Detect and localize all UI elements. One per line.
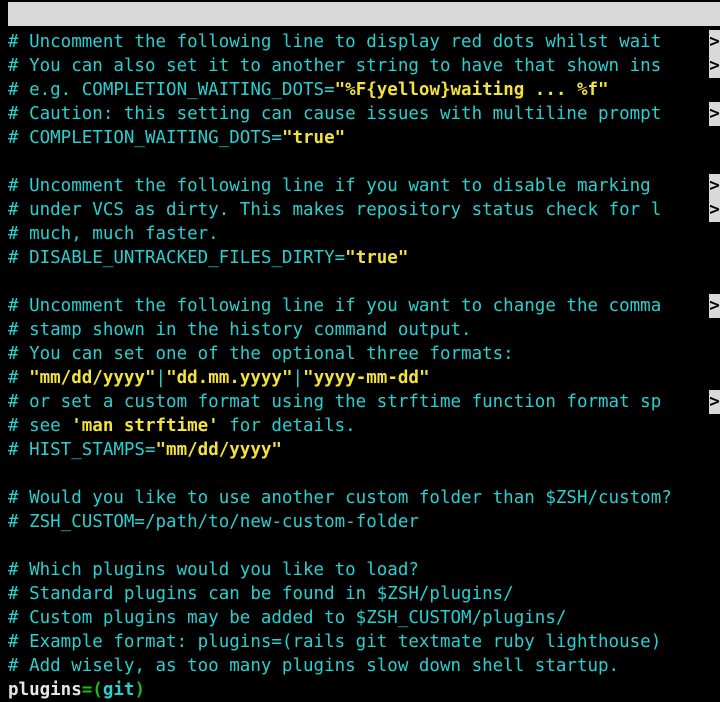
- editor-line[interactable]: # "mm/dd/yyyy"|"dd.mm.yyyy"|"yyyy-mm-dd": [0, 366, 720, 390]
- line-span-comment: # Uncomment the following line to displa…: [8, 32, 662, 52]
- editor-line[interactable]: # ZSH_CUSTOM=/path/to/new-custom-folder: [0, 510, 720, 534]
- line-span-comment: |: [155, 368, 167, 388]
- line-continuation-icon: >: [709, 294, 720, 318]
- line-span-comment: # much, much faster.: [8, 224, 219, 244]
- line-span-cyan: git: [102, 680, 135, 700]
- line-span-comment: for details.: [218, 416, 356, 436]
- editor-line[interactable]: # under VCS as dirty. This makes reposit…: [0, 198, 720, 222]
- line-span-comment: # or set a custom format using the strft…: [8, 392, 662, 412]
- line-span-string: "dd.mm.yyyy": [166, 368, 293, 388]
- line-span-string: "yyyy-mm-dd": [303, 368, 430, 388]
- line-continuation-icon: >: [709, 30, 720, 54]
- line-continuation-icon: >: [709, 54, 720, 78]
- editor-line[interactable]: # Which plugins would you like to load?: [0, 558, 720, 582]
- editor-line[interactable]: # or set a custom format using the strft…: [0, 390, 720, 414]
- editor-line[interactable]: # Uncomment the following line if you wa…: [0, 294, 720, 318]
- editor-buffer[interactable]: # Uncomment the following line to displa…: [0, 30, 720, 702]
- editor-line[interactable]: # HIST_STAMPS="mm/dd/yyyy": [0, 438, 720, 462]
- editor-line[interactable]: # Standard plugins can be found in $ZSH/…: [0, 582, 720, 606]
- line-span-green: =(: [81, 680, 103, 700]
- editor-line[interactable]: [0, 150, 720, 174]
- line-span-comment: # Example format: plugins=(rails git tex…: [8, 632, 662, 652]
- editor-line[interactable]: # COMPLETION_WAITING_DOTS="true": [0, 126, 720, 150]
- editor-line[interactable]: # Caution: this setting can cause issues…: [0, 102, 720, 126]
- line-span-comment: # see: [8, 416, 72, 436]
- nano-title-bar: GNU nano 8.3 .zshrc: [8, 2, 720, 26]
- line-span-comment: # under VCS as dirty. This makes reposit…: [8, 200, 662, 220]
- line-continuation-icon: >: [709, 102, 720, 126]
- line-continuation-icon: >: [709, 174, 720, 198]
- line-span-string: "mm/dd/yyyy": [155, 440, 282, 460]
- line-span-comment: # You can set one of the optional three …: [8, 344, 514, 364]
- line-span-string: "%F{yellow}waiting ... %f": [334, 80, 609, 100]
- editor-line[interactable]: # e.g. COMPLETION_WAITING_DOTS="%F{yello…: [0, 78, 720, 102]
- line-span-comment: # Uncomment the following line if you wa…: [8, 296, 662, 316]
- editor-line[interactable]: # stamp shown in the history command out…: [0, 318, 720, 342]
- line-span-comment: |: [292, 368, 304, 388]
- line-span-comment: # Standard plugins can be found in $ZSH/…: [8, 584, 514, 604]
- line-span-comment: # Would you like to use another custom f…: [8, 488, 672, 508]
- editor-line[interactable]: [0, 270, 720, 294]
- editor-line[interactable]: # Add wisely, as too many plugins slow d…: [0, 654, 720, 678]
- line-span-comment: # stamp shown in the history command out…: [8, 320, 472, 340]
- line-span-comment: # COMPLETION_WAITING_DOTS=: [8, 128, 282, 148]
- line-span-comment: # HIST_STAMPS=: [8, 440, 156, 460]
- editor-line[interactable]: [0, 462, 720, 486]
- line-span-comment: # Custom plugins may be added to $ZSH_CU…: [8, 608, 567, 628]
- line-span-comment: # Uncomment the following line if you wa…: [8, 176, 662, 196]
- line-continuation-icon: >: [709, 390, 720, 414]
- editor-line[interactable]: # Custom plugins may be added to $ZSH_CU…: [0, 606, 720, 630]
- editor-line[interactable]: # Uncomment the following line if you wa…: [0, 174, 720, 198]
- editor-line[interactable]: # Would you like to use another custom f…: [0, 486, 720, 510]
- line-span-comment: #: [8, 368, 30, 388]
- nano-terminal-window: GNU nano 8.3 .zshrc # Uncomment the foll…: [0, 0, 720, 700]
- line-span-comment: # DISABLE_UNTRACKED_FILES_DIRTY=: [8, 248, 346, 268]
- editor-line[interactable]: # Uncomment the following line to displa…: [0, 30, 720, 54]
- line-continuation-icon: >: [709, 198, 720, 222]
- line-span-string: 'man strftime': [71, 416, 219, 436]
- line-span-comment: # ZSH_CUSTOM=/path/to/new-custom-folder: [8, 512, 419, 532]
- line-span-comment: # Add wisely, as too many plugins slow d…: [8, 656, 620, 676]
- editor-line[interactable]: # much, much faster.: [0, 222, 720, 246]
- editor-line[interactable]: # You can also set it to another string …: [0, 54, 720, 78]
- editor-line[interactable]: # DISABLE_UNTRACKED_FILES_DIRTY="true": [0, 246, 720, 270]
- line-span-string: "true": [345, 248, 409, 268]
- line-span-string: "true": [281, 128, 346, 148]
- line-span-comment: # e.g. COMPLETION_WAITING_DOTS=: [8, 80, 335, 100]
- line-span-comment: # Which plugins would you like to load?: [8, 560, 419, 580]
- editor-line[interactable]: # You can set one of the optional three …: [0, 342, 720, 366]
- editor-line[interactable]: plugins=(git): [0, 678, 720, 702]
- line-span-comment: # Caution: this setting can cause issues…: [8, 104, 662, 124]
- editor-line[interactable]: [0, 534, 720, 558]
- line-span-plain: plugins: [8, 680, 82, 700]
- line-span-green: ): [134, 680, 145, 700]
- editor-line[interactable]: # see 'man strftime' for details.: [0, 414, 720, 438]
- editor-line[interactable]: # Example format: plugins=(rails git tex…: [0, 630, 720, 654]
- line-span-string: "mm/dd/yyyy": [29, 368, 156, 388]
- line-span-comment: # You can also set it to another string …: [8, 56, 662, 76]
